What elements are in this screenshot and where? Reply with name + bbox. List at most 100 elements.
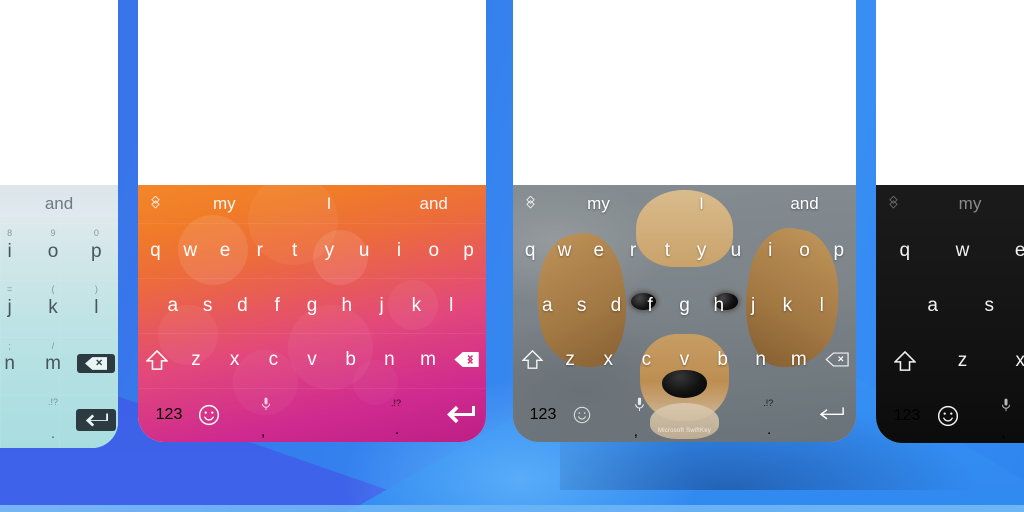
keyboard-row-3-dark[interactable]: z x c: [876, 333, 1024, 388]
keyboard-bottom-row-photo[interactable]: 123 , .!? .: [513, 387, 856, 442]
keyboard-row-2-dark[interactable]: a s d f: [876, 278, 1024, 333]
key-h[interactable]: h: [329, 278, 364, 333]
backspace-key-photo[interactable]: [818, 333, 856, 388]
space-key-mint[interactable]: [0, 392, 31, 448]
enter-key-mint[interactable]: [75, 392, 118, 448]
backspace-key[interactable]: [447, 333, 486, 388]
key-s-dark[interactable]: s: [961, 278, 1018, 333]
suggestion-1-gradient[interactable]: my: [172, 194, 277, 214]
suggestion-bar-mint[interactable]: and: [0, 185, 118, 223]
key-q-photo[interactable]: q: [513, 223, 547, 278]
key-m-mint[interactable]: / m: [31, 336, 74, 392]
enter-key-photo[interactable]: [806, 406, 856, 423]
keyboard-row-2-mint[interactable]: = j ( k ) l: [0, 279, 118, 335]
key-b-photo[interactable]: b: [704, 333, 742, 388]
key-w-dark[interactable]: w: [934, 223, 992, 278]
key-d-photo[interactable]: d: [599, 278, 633, 333]
key-v-photo[interactable]: v: [665, 333, 703, 388]
key-z[interactable]: z: [177, 333, 216, 388]
suggestion-1-photo[interactable]: my: [547, 194, 650, 214]
key-q[interactable]: q: [138, 223, 173, 278]
key-i-mint[interactable]: 8 i: [0, 223, 31, 279]
suggestion-3-gradient[interactable]: and: [381, 194, 486, 214]
shift-key[interactable]: [138, 333, 177, 388]
keyboard-bottom-row-dark[interactable]: 123 ,: [876, 388, 1024, 443]
key-g[interactable]: g: [295, 278, 330, 333]
key-a-dark[interactable]: a: [904, 278, 961, 333]
key-n[interactable]: n: [370, 333, 409, 388]
key-k-photo[interactable]: k: [770, 278, 804, 333]
key-p-photo[interactable]: p: [822, 223, 856, 278]
key-d-dark[interactable]: d: [1018, 278, 1024, 333]
key-n-photo[interactable]: n: [742, 333, 780, 388]
space-key-dark[interactable]: ,: [968, 388, 1024, 443]
numeric-key-dark[interactable]: 123: [876, 407, 928, 425]
keyboard-photo[interactable]: my I and q w e r t y u i o p a s d f g h…: [513, 185, 856, 442]
numeric-key-photo[interactable]: 123: [513, 406, 563, 424]
key-h-photo[interactable]: h: [702, 278, 736, 333]
key-z-photo[interactable]: z: [551, 333, 589, 388]
suggestion-1-dark[interactable]: my: [910, 194, 1024, 214]
keyboard-dark[interactable]: my q w e r a s d f z x c: [876, 185, 1024, 443]
key-s-photo[interactable]: s: [564, 278, 598, 333]
emoji-key-photo[interactable]: [563, 406, 601, 424]
keyboard-row-1-mint[interactable]: 8 i 9 o 0 p: [0, 223, 118, 279]
key-b[interactable]: b: [331, 333, 370, 388]
keyboard-mint[interactable]: and 8 i 9 o 0 p = j (k) l ; n / m .!? …: [0, 185, 118, 448]
key-f-photo[interactable]: f: [633, 278, 667, 333]
key-j-mint[interactable]: = j: [0, 279, 31, 335]
suggestion-bar-gradient[interactable]: my I and: [138, 185, 486, 223]
key-t-photo[interactable]: t: [650, 223, 684, 278]
keyboard-bottom-row-gradient[interactable]: 123 , .!? .: [138, 387, 486, 442]
suggestion-3-photo[interactable]: and: [753, 194, 856, 214]
key-k[interactable]: k: [399, 278, 434, 333]
key-s[interactable]: s: [190, 278, 225, 333]
key-p-mint[interactable]: 0 p: [75, 223, 118, 279]
key-o-photo[interactable]: o: [787, 223, 821, 278]
key-l-mint[interactable]: ) l: [75, 279, 118, 335]
keyboard-row-2-gradient[interactable]: a s d f g h j k l: [138, 278, 486, 333]
numeric-key[interactable]: 123: [138, 406, 190, 424]
key-c[interactable]: c: [254, 333, 293, 388]
key-o[interactable]: o: [416, 223, 451, 278]
key-l-photo[interactable]: l: [805, 278, 839, 333]
key-k-mint[interactable]: ( k: [31, 279, 74, 335]
key-x[interactable]: x: [215, 333, 254, 388]
enter-key[interactable]: [434, 405, 486, 424]
keyboard-row-3-gradient[interactable]: z x c v b n m: [138, 333, 486, 388]
key-w[interactable]: w: [173, 223, 208, 278]
key-j[interactable]: j: [364, 278, 399, 333]
key-r[interactable]: r: [242, 223, 277, 278]
period-key-mint[interactable]: .!? .: [31, 392, 74, 448]
suggestion-and-mint[interactable]: and: [0, 194, 118, 214]
microphone-icon[interactable]: [261, 397, 271, 412]
key-z-dark[interactable]: z: [934, 333, 992, 388]
emoji-key-dark[interactable]: [928, 405, 968, 427]
shift-key-dark[interactable]: [876, 333, 934, 388]
emoji-key[interactable]: [190, 404, 228, 426]
key-d[interactable]: d: [225, 278, 260, 333]
key-c-photo[interactable]: c: [627, 333, 665, 388]
keyboard-gradient[interactable]: my I and q w e r t y u i o p a s d f g h…: [138, 185, 486, 442]
keyboard-row-2-photo[interactable]: a s d f g h j k l: [513, 278, 856, 333]
key-f[interactable]: f: [260, 278, 295, 333]
key-u[interactable]: u: [347, 223, 382, 278]
space-key[interactable]: , .!? .: [228, 387, 434, 442]
key-m-photo[interactable]: m: [780, 333, 818, 388]
space-key-photo[interactable]: , .!? .: [601, 387, 806, 442]
keyboard-row-1-dark[interactable]: q w e r: [876, 223, 1024, 278]
keyboard-row-3-mint[interactable]: ; n / m: [0, 336, 118, 392]
chevron-expand-icon[interactable]: [138, 195, 172, 212]
key-y[interactable]: y: [312, 223, 347, 278]
shift-key-photo[interactable]: [513, 333, 551, 388]
key-o-mint[interactable]: 9 o: [31, 223, 74, 279]
suggestion-2-photo[interactable]: I: [650, 194, 753, 214]
key-t[interactable]: t: [277, 223, 312, 278]
microphone-icon[interactable]: [1001, 398, 1011, 413]
key-q-dark[interactable]: q: [876, 223, 934, 278]
key-j-photo[interactable]: j: [736, 278, 770, 333]
chevron-expand-icon[interactable]: [876, 195, 910, 212]
key-g-photo[interactable]: g: [667, 278, 701, 333]
key-a-photo[interactable]: a: [530, 278, 564, 333]
keyboard-row-1-photo[interactable]: q w e r t y u i o p: [513, 223, 856, 278]
